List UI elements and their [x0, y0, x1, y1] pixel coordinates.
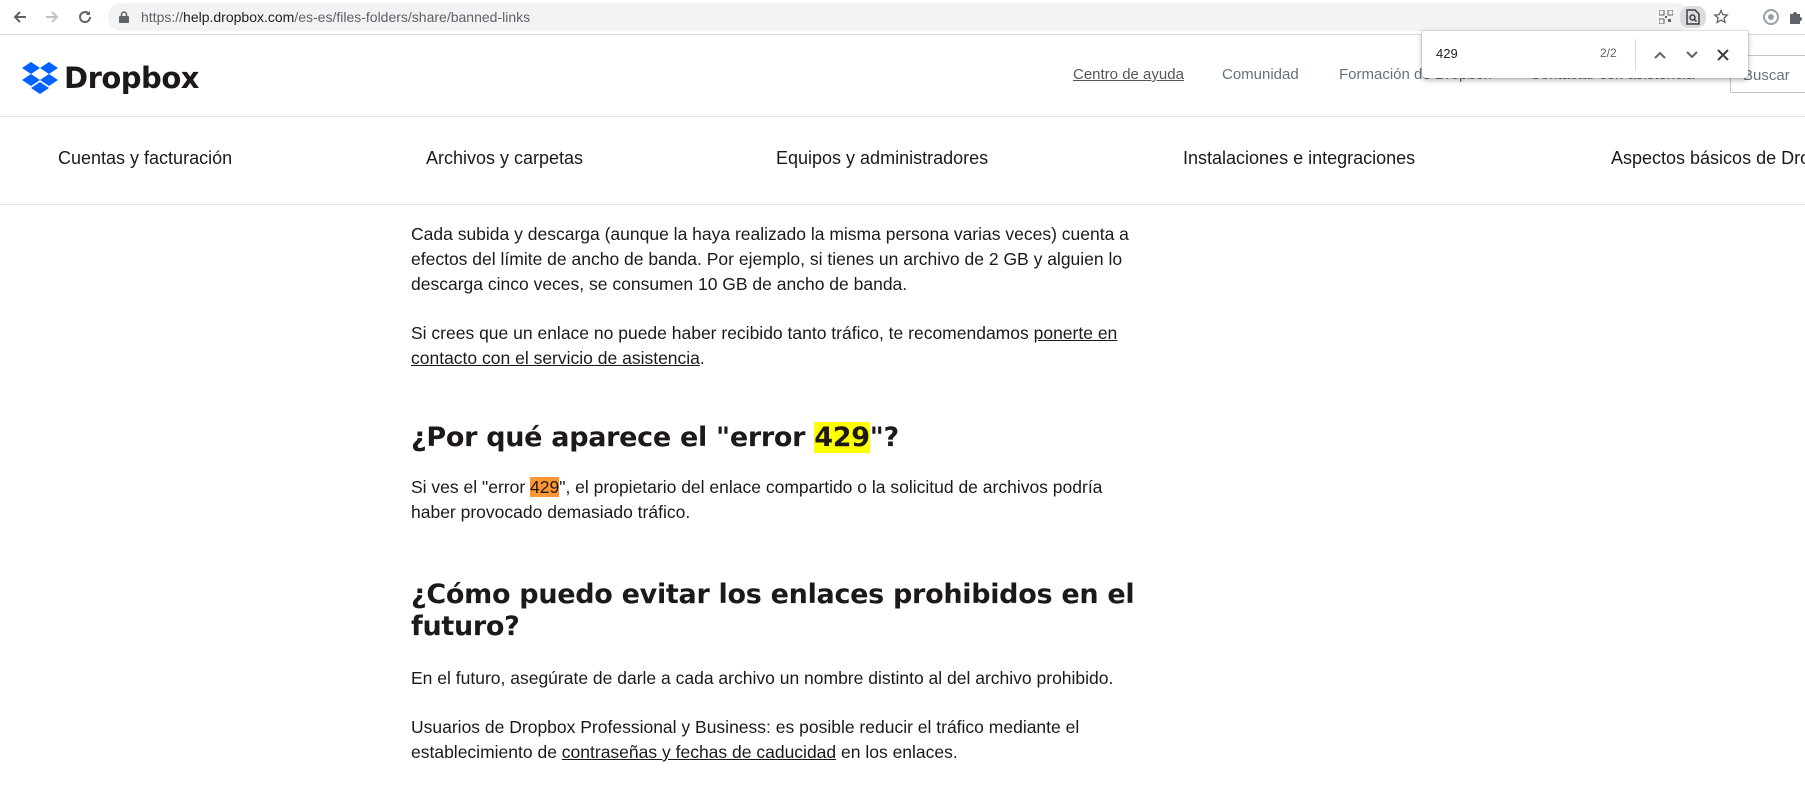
category-nav: Cuentas y facturación Archivos y carpeta… [0, 117, 1805, 205]
heading-text: ¿Por qué aparece el "error [411, 422, 815, 453]
dropbox-box-icon [22, 62, 58, 94]
reload-icon [79, 11, 92, 24]
category-dropbox-basics[interactable]: Aspectos básicos de Dropbox [1611, 148, 1805, 169]
heading-avoid-banned-links: ¿Cómo puedo evitar los enlaces prohibido… [411, 579, 1135, 642]
find-close-button[interactable] [1712, 44, 1734, 66]
qr-code-icon [1659, 10, 1673, 24]
paragraph-future: En el futuro, asegúrate de darle a cada … [411, 668, 1114, 688]
find-match-count: 2/2 [1600, 46, 1617, 60]
browser-toolbar: https://help.dropbox.com/es-es/files-fol… [0, 0, 1805, 35]
puzzle-extensions-icon[interactable] [1787, 8, 1805, 26]
paragraph-error-429: Si ves el "error 429", el propietario de… [411, 475, 1141, 525]
forward-arrow-icon [46, 11, 59, 23]
find-in-page-icon [1686, 9, 1700, 25]
passwords-expiry-link[interactable]: contraseñas y fechas de caducidad [562, 742, 836, 762]
paragraph-professional-business: Usuarios de Dropbox Professional y Busin… [411, 715, 1141, 765]
star-icon [1713, 9, 1729, 24]
lock-icon [119, 11, 129, 23]
logo-text: Dropbox [64, 61, 199, 95]
chevron-down-icon [1686, 51, 1698, 59]
extension-icon[interactable] [1762, 8, 1780, 26]
dropbox-logo[interactable]: Dropbox [22, 61, 199, 95]
reload-button[interactable] [73, 5, 97, 29]
paragraph-text-end: en los enlaces. [836, 742, 958, 762]
search-label: Buscar [1743, 67, 1790, 84]
article-body: Cada subida y descarga (aunque la haya r… [411, 222, 1141, 765]
back-arrow-icon [13, 11, 26, 23]
close-icon [1717, 49, 1729, 61]
paragraph-text: Si ves el "error [411, 477, 531, 497]
bookmark-star-button[interactable] [1712, 8, 1730, 26]
category-accounts-billing[interactable]: Cuentas y facturación [58, 148, 232, 169]
find-match-highlight: 429 [814, 422, 870, 453]
heading-text-end: "? [869, 422, 899, 453]
category-installs-integrations[interactable]: Instalaciones e integraciones [1183, 148, 1415, 169]
qr-code-button[interactable] [1657, 8, 1675, 26]
help-center-link[interactable]: Centro de ayuda [1073, 66, 1184, 83]
paragraph-bandwidth: Cada subida y descarga (aunque la haya r… [411, 224, 1129, 294]
heading-error-429: ¿Por qué aparece el "error 429"? [411, 422, 1141, 454]
back-button[interactable] [8, 5, 32, 29]
find-previous-button[interactable] [1649, 44, 1671, 66]
find-next-button[interactable] [1681, 44, 1703, 66]
category-files-folders[interactable]: Archivos y carpetas [426, 148, 583, 169]
find-query-input[interactable]: 429 [1436, 46, 1458, 61]
chevron-up-icon [1654, 51, 1666, 59]
paragraph-text: Si crees que un enlace no puede haber re… [411, 323, 1034, 343]
paragraph-contact: Si crees que un enlace no puede haber re… [411, 321, 1141, 371]
find-in-page-button[interactable] [1680, 6, 1706, 28]
community-link[interactable]: Comunidad [1222, 66, 1299, 83]
forward-button[interactable] [40, 5, 64, 29]
paragraph-punct: . [699, 348, 705, 368]
category-teams-admins[interactable]: Equipos y administradores [776, 148, 988, 169]
url-text: https://help.dropbox.com/es-es/files-fol… [141, 9, 531, 25]
find-bar-divider [1635, 39, 1636, 70]
find-active-match-highlight: 429 [530, 477, 560, 497]
find-bar: 429 2/2 [1422, 31, 1748, 78]
address-bar[interactable]: https://help.dropbox.com/es-es/files-fol… [108, 3, 1729, 31]
